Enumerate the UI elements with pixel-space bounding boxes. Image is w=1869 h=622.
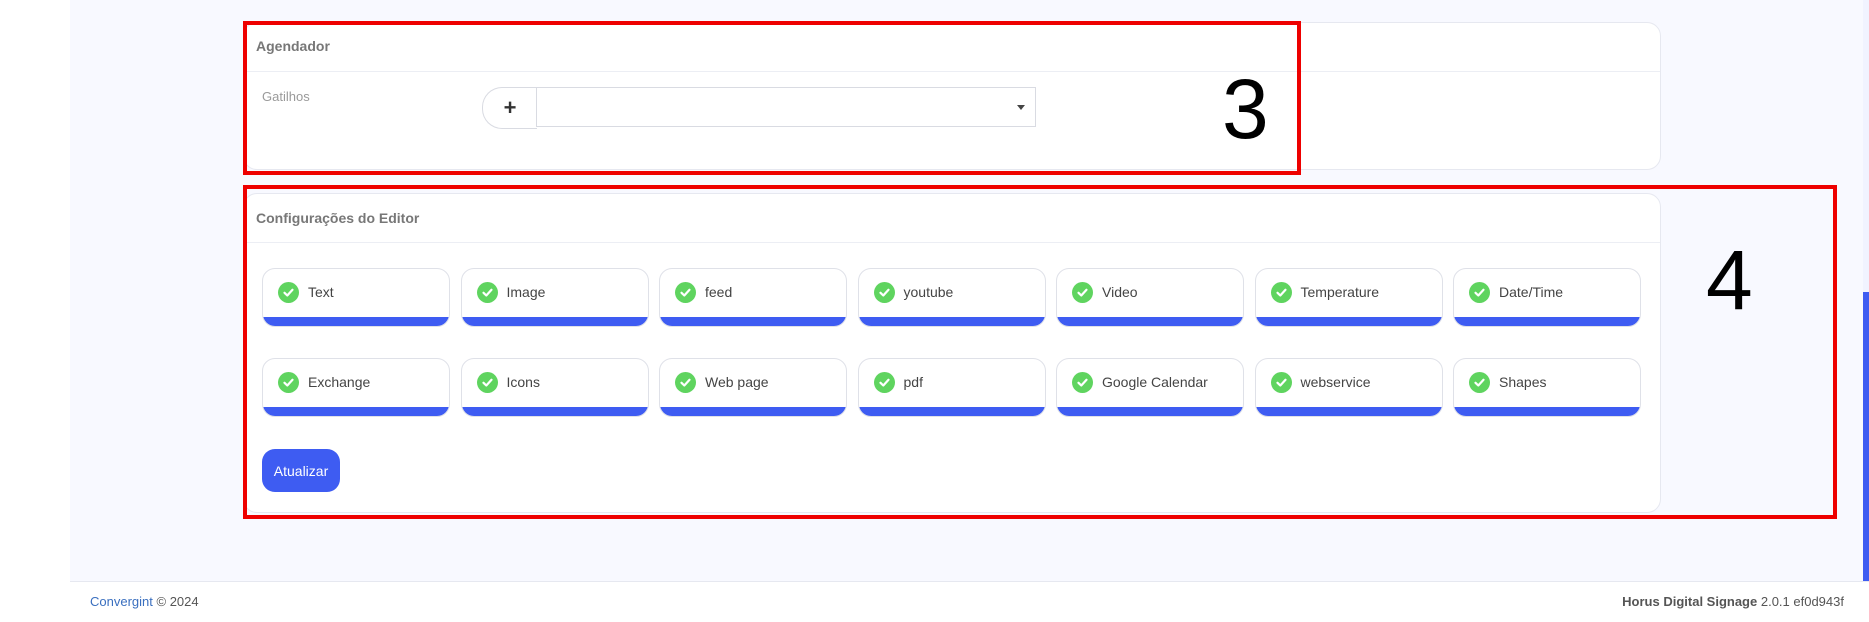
annotation-number-3: 3 bbox=[1222, 62, 1269, 156]
annotation-box-3 bbox=[243, 21, 1301, 175]
annotation-box-4 bbox=[243, 185, 1837, 519]
annotation-number-4: 4 bbox=[1706, 233, 1753, 327]
footer-version: Horus Digital Signage 2.0.1 ef0d943f bbox=[1622, 594, 1844, 609]
footer-copyright: Convergint © 2024 bbox=[90, 594, 199, 609]
left-strip bbox=[0, 0, 70, 622]
copyright-text: © 2024 bbox=[156, 594, 199, 609]
version-text: 2.0.1 ef0d943f bbox=[1760, 594, 1844, 609]
scrollbar-thumb[interactable] bbox=[1863, 292, 1869, 622]
company-link[interactable]: Convergint bbox=[90, 594, 153, 609]
product-name: Horus Digital Signage bbox=[1622, 594, 1758, 609]
scrollbar-track[interactable] bbox=[1863, 0, 1869, 622]
footer: Convergint © 2024 Horus Digital Signage … bbox=[70, 581, 1869, 622]
